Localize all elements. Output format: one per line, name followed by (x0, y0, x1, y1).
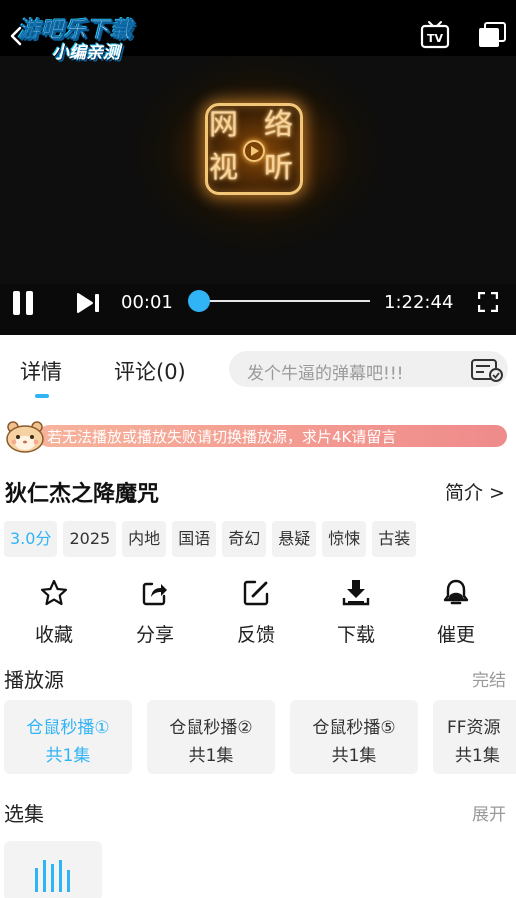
active-tab-indicator (35, 394, 49, 398)
movie-title: 狄仁杰之降魔咒 (5, 482, 160, 507)
source-card[interactable]: 仓鼠秒播① 共1集 (4, 700, 132, 774)
progress-knob[interactable] (188, 290, 210, 312)
feedback-label: 反馈 (236, 624, 275, 646)
source-episode-count: 共1集 (455, 746, 500, 766)
download-label: 下载 (336, 624, 375, 646)
tab-details[interactable]: 详情 (20, 356, 62, 386)
source-name: 仓鼠秒播① (26, 718, 110, 738)
logo-char-1: 网 (209, 107, 239, 141)
episode-expand-link[interactable]: 展开 (472, 800, 506, 825)
source-section-title: 播放源 (4, 668, 64, 692)
bell-icon (443, 579, 469, 605)
source-status: 完结 (472, 671, 506, 691)
svg-text:TV: TV (427, 32, 444, 45)
logo-char-3: 视 (209, 150, 239, 184)
favorite-label: 收藏 (34, 624, 73, 646)
video-player[interactable]: 网 络 视 听 游吧乐下载 小编亲测 TV 00:01 1:22:44 (0, 0, 516, 335)
watermark-line-2: 小编亲测 (52, 43, 120, 63)
pause-icon[interactable] (10, 290, 36, 316)
next-episode-icon[interactable] (76, 292, 102, 314)
current-time: 00:01 (121, 292, 173, 313)
urge-update-button[interactable]: 催更 (416, 578, 496, 648)
favorite-button[interactable]: 收藏 (14, 578, 94, 648)
source-episode-count: 共1集 (188, 746, 234, 766)
now-playing-equalizer-icon (35, 860, 70, 892)
source-episode-count: 共1集 (331, 746, 377, 766)
score-tag: 3.0分 (4, 521, 58, 557)
episode-section-title: 选集 (4, 802, 44, 826)
logo-char-2: 络 (264, 107, 294, 141)
source-episode-count: 共1集 (45, 746, 91, 766)
tag-genre-mystery: 悬疑 (272, 521, 317, 557)
tag-language: 国语 (172, 521, 217, 557)
tag-year: 2025 (63, 521, 117, 557)
tv-cast-icon[interactable]: TV (420, 20, 450, 50)
tab-comments[interactable]: 评论(0) (114, 356, 186, 386)
progress-track[interactable] (200, 300, 370, 302)
notice-text: 若无法播放或播放失败请切换播放源，求片4K请留言 (47, 428, 397, 446)
star-icon (40, 579, 68, 606)
source-name: 仓鼠秒播⑤ (312, 718, 396, 738)
fullscreen-icon[interactable] (478, 292, 498, 312)
picture-in-picture-icon[interactable] (478, 22, 506, 48)
urge-update-label: 催更 (436, 624, 475, 646)
danmaku-settings-icon[interactable] (471, 358, 505, 382)
hamster-mascot-icon (6, 421, 44, 453)
logo-play-mark (243, 140, 265, 162)
tag-genre-costume: 古装 (372, 521, 417, 557)
tag-genre-fantasy: 奇幻 (222, 521, 267, 557)
download-button[interactable]: 下载 (316, 578, 396, 648)
tag-genre-thriller: 惊悚 (322, 521, 367, 557)
share-icon (142, 582, 167, 606)
download-icon (342, 580, 370, 606)
tag-region: 内地 (122, 521, 167, 557)
source-name: FF资源 (447, 718, 501, 738)
feedback-icon (243, 580, 269, 606)
tag-list: 3.0分 2025 内地 国语 奇幻 悬疑 惊悚 古装 (4, 521, 417, 557)
share-button[interactable]: 分享 (115, 578, 195, 648)
danmaku-placeholder: 发个牛逼的弹幕吧!!! (247, 364, 404, 384)
source-card[interactable]: 仓鼠秒播⑤ 共1集 (290, 700, 418, 774)
intro-link[interactable]: 简介 > (445, 478, 505, 505)
feedback-button[interactable]: 反馈 (216, 578, 296, 648)
source-card[interactable]: 仓鼠秒播② 共1集 (147, 700, 275, 774)
watermark: 游吧乐下载 小编亲测 (16, 12, 146, 63)
share-label: 分享 (135, 624, 174, 646)
total-duration: 1:22:44 (384, 292, 454, 313)
logo-char-4: 听 (264, 150, 294, 184)
source-card[interactable]: FF资源 共1集 (433, 700, 516, 774)
source-name: 仓鼠秒播② (169, 718, 253, 738)
